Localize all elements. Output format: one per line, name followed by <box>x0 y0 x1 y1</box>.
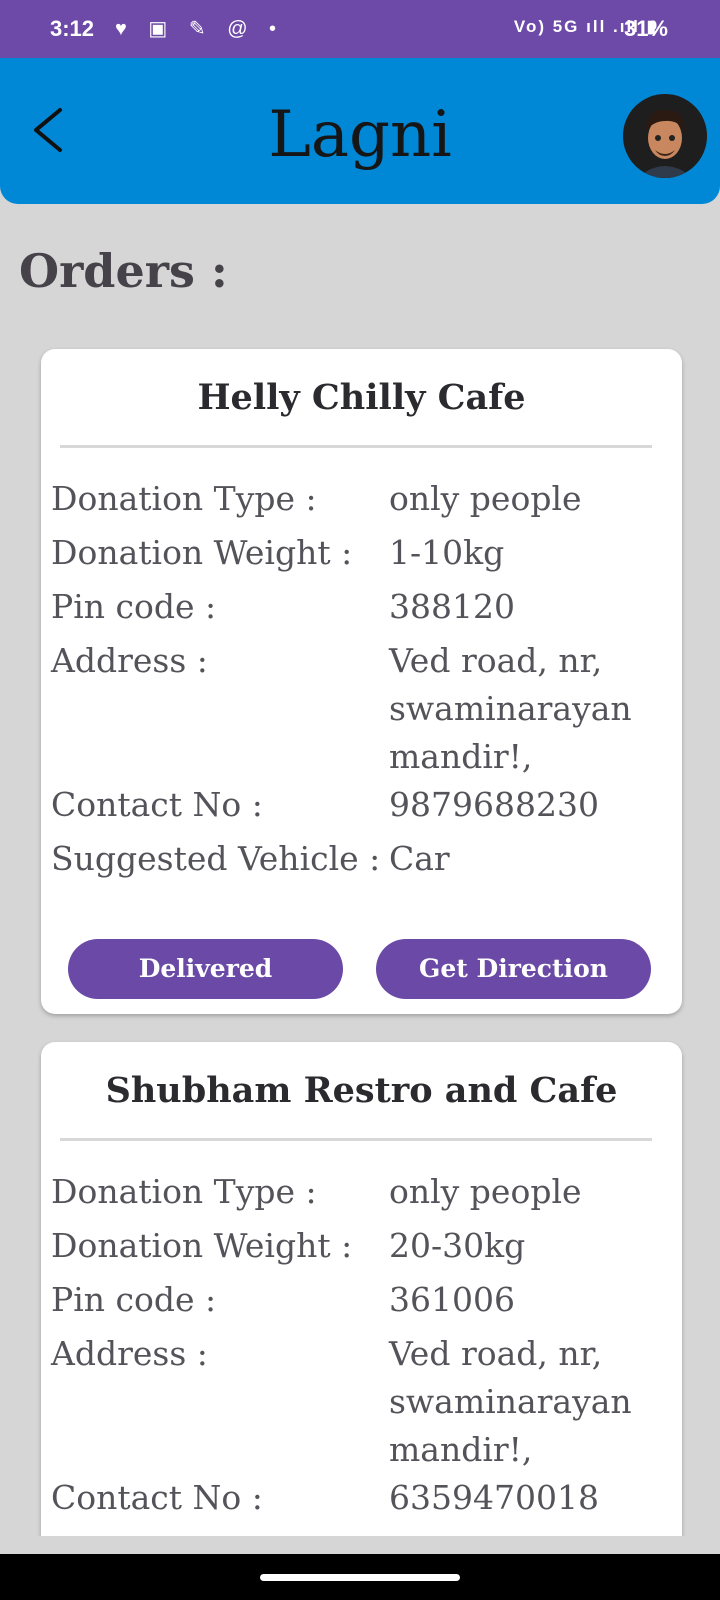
donation-type-value: only people <box>389 1172 582 1211</box>
address-line: swaminarayan <box>389 689 632 728</box>
app-title: Lagni <box>268 98 452 172</box>
orders-list[interactable]: Helly Chilly Cafe Donation Type : only p… <box>0 320 720 1536</box>
donation-weight-value: 1-10kg <box>389 533 505 572</box>
pin-code-label: Pin code : <box>51 1280 217 1319</box>
donation-weight-label: Donation Weight : <box>51 533 353 572</box>
battery-percent: 31% <box>623 16 668 41</box>
profile-avatar[interactable] <box>623 94 707 178</box>
address-line: mandir!, <box>389 1430 533 1469</box>
notification-icons: ♥ ▣ ✎ @ • <box>115 18 285 40</box>
order-card: Shubham Restro and Cafe Donation Type : … <box>41 1042 682 1536</box>
address-line: Ved road, nr, <box>389 641 603 680</box>
avatar-icon <box>623 94 707 178</box>
vehicle-value: Car <box>389 839 450 878</box>
page-heading: Orders : <box>19 244 228 298</box>
contact-value: 9879688230 <box>389 785 599 824</box>
home-gesture-handle[interactable] <box>260 1574 460 1581</box>
status-time: 3:12 <box>50 16 95 41</box>
pin-code-label: Pin code : <box>51 587 217 626</box>
order-card: Helly Chilly Cafe Donation Type : only p… <box>41 349 682 1014</box>
donation-weight-label: Donation Weight : <box>51 1226 353 1265</box>
status-bar: 3:12 ♥ ▣ ✎ @ • Vo) 5G ıll .ıll ▮ 31% <box>0 0 720 60</box>
address-line: mandir!, <box>389 737 533 776</box>
get-direction-button[interactable]: Get Direction <box>376 939 651 999</box>
address-label: Address : <box>51 641 208 680</box>
donation-type-label: Donation Type : <box>51 479 317 518</box>
contact-label: Contact No : <box>51 1478 263 1517</box>
order-restaurant-name: Helly Chilly Cafe <box>197 377 526 418</box>
donation-weight-value: 20-30kg <box>389 1226 526 1265</box>
order-restaurant-name: Shubham Restro and Cafe <box>105 1070 618 1111</box>
address-label: Address : <box>51 1334 208 1373</box>
contact-value: 6359470018 <box>389 1478 599 1517</box>
contact-label: Contact No : <box>51 785 263 824</box>
vehicle-label: Suggested Vehicle : <box>51 839 381 878</box>
donation-type-value: only people <box>389 479 582 518</box>
system-navigation-bar <box>0 1554 720 1600</box>
divider <box>60 1138 652 1141</box>
donation-type-label: Donation Type : <box>51 1172 317 1211</box>
pin-code-value: 388120 <box>389 587 515 626</box>
address-line: swaminarayan <box>389 1382 632 1421</box>
address-line: Ved road, nr, <box>389 1334 603 1373</box>
pin-code-value: 361006 <box>389 1280 515 1319</box>
app-bar: Lagni <box>0 58 720 204</box>
divider <box>60 445 652 448</box>
delivered-button[interactable]: Delivered <box>68 939 343 999</box>
